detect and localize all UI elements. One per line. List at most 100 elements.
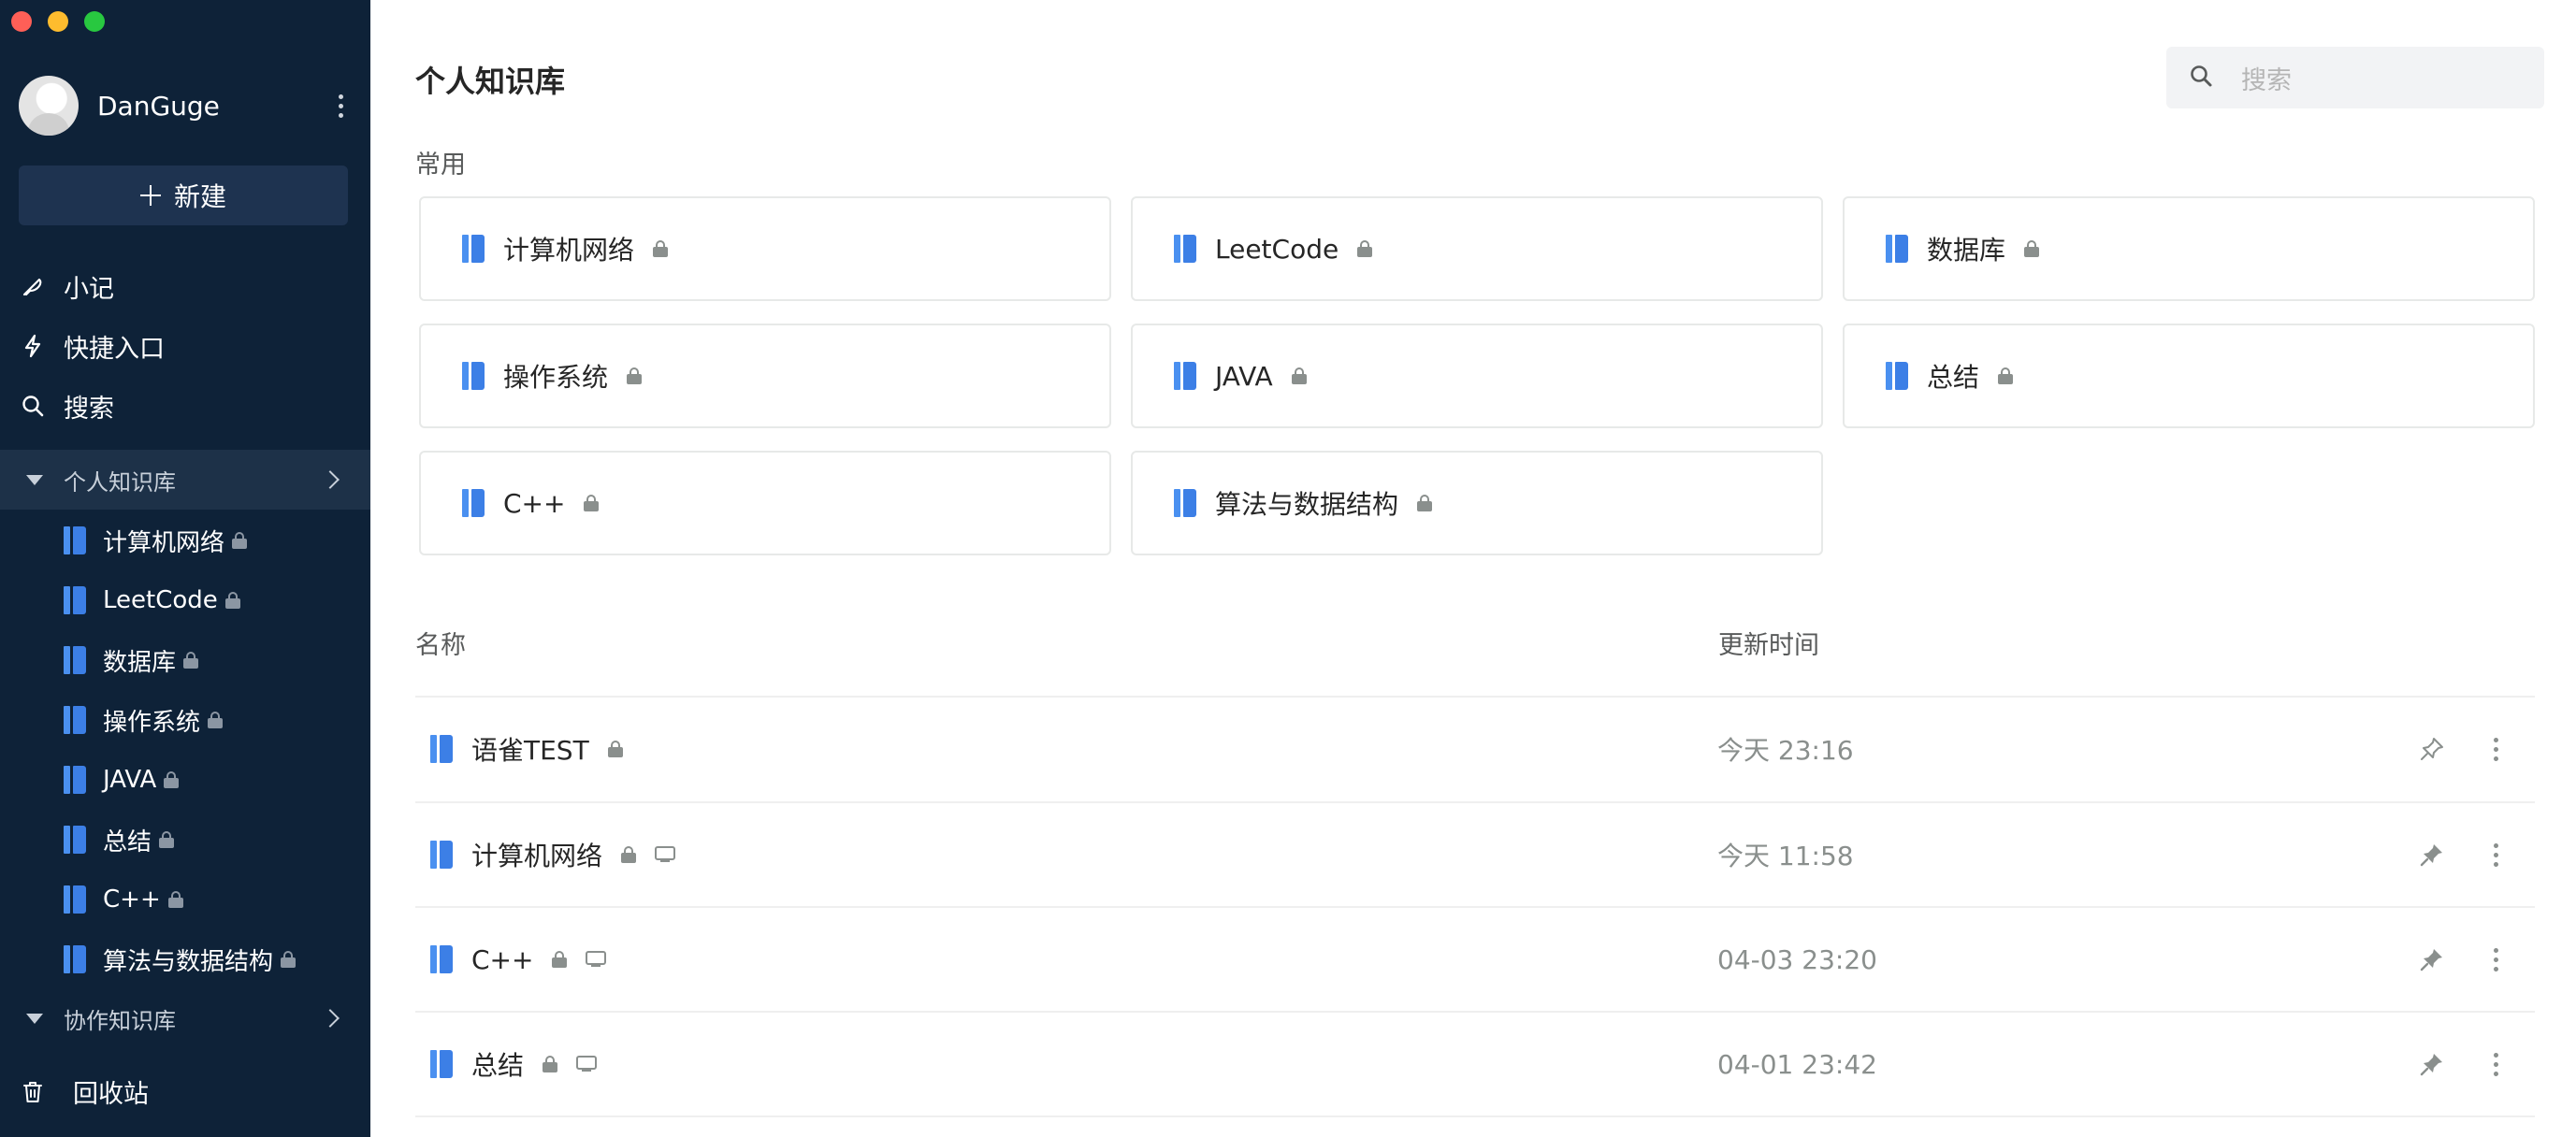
book-icon [462,489,485,517]
window-controls [11,11,105,32]
card-label: 总结 [1927,362,1980,393]
common-card[interactable]: 算法与数据结构 [1131,451,1823,555]
row-name: 计算机网络 [471,841,603,871]
row-name: 语雀TEST [471,735,589,766]
search-input[interactable]: 搜索 [2241,60,2292,96]
book-icon [64,586,86,614]
table-row[interactable]: 总结 04-01 23:42 [415,1012,2535,1116]
avatar[interactable] [19,76,79,136]
pin-outline-icon[interactable] [2417,734,2447,764]
common-card[interactable]: JAVA [1131,324,1823,428]
sidebar-item[interactable]: 算法与数据结构 [0,929,370,989]
sidebar-item[interactable]: 计算机网络 [0,511,370,570]
card-label: 数据库 [1927,235,2006,266]
book-icon [64,945,86,973]
table-row[interactable]: 语雀TEST 今天 23:16 [415,697,2535,801]
plus-icon [139,185,161,206]
lock-icon [607,741,623,757]
sidebar: DanGuge 新建 小记 快捷入口 搜索 个人知识库 计算机网络 LeetCo… [0,0,370,1137]
lightning-icon [21,334,45,358]
lock-icon [164,771,180,788]
column-header-name[interactable]: 名称 [415,625,466,661]
group-collab-knowledge[interactable]: 协作知识库 [0,988,370,1048]
sidebar-item-label: JAVA [103,766,157,794]
search-icon [21,394,45,418]
book-icon [430,945,453,973]
knowledge-list: 计算机网络 LeetCode 数据库 操作系统 JAVA 总结 C++ 算法与数… [0,511,370,989]
close-window-button[interactable] [11,11,32,32]
lock-icon [2024,240,2040,257]
row-updated-time: 今天 11:58 [1717,841,1854,871]
sidebar-item-label: 总结 [103,828,152,856]
row-name: C++ [471,943,534,975]
row-updated-time: 04-03 23:20 [1717,943,1877,975]
page-title: 个人知识库 [415,64,566,99]
more-options-icon[interactable] [2484,842,2507,867]
more-options-icon[interactable] [2484,947,2507,971]
pin-filled-icon[interactable] [2417,840,2447,870]
caret-down-icon[interactable] [26,474,43,485]
search-box[interactable]: 搜索 [2166,47,2544,108]
card-label: 操作系统 [503,362,609,393]
section-common-label: 常用 [415,151,466,180]
divider [415,1115,2535,1117]
nav-label: 小记 [64,274,114,304]
minimize-window-button[interactable] [48,11,68,32]
pin-filled-icon[interactable] [2417,944,2447,974]
user-profile[interactable]: DanGuge [19,75,352,137]
search-icon [2189,64,2213,92]
monitor-icon [576,1056,598,1072]
lock-icon [1998,367,2014,384]
more-options-icon[interactable] [329,94,352,118]
book-icon [1174,362,1196,390]
nav-item-shortcuts[interactable]: 快捷入口 [21,325,165,367]
lock-icon [621,846,637,863]
sidebar-item[interactable]: 操作系统 [0,690,370,750]
column-header-updated[interactable]: 更新时间 [1718,625,1819,661]
table-row[interactable]: C++ 04-03 23:20 [415,907,2535,1012]
sidebar-item-label: 操作系统 [103,708,201,737]
sidebar-item[interactable]: 总结 [0,810,370,870]
lock-icon [224,592,240,609]
common-card[interactable]: LeetCode [1131,196,1823,301]
row-updated-time: 04-01 23:42 [1717,1048,1877,1080]
nav-item-search[interactable]: 搜索 [21,385,114,426]
sidebar-item[interactable]: JAVA [0,750,370,810]
common-card[interactable]: 操作系统 [419,324,1111,428]
lock-icon [1357,240,1373,257]
book-icon [64,826,86,854]
common-card[interactable]: 总结 [1843,324,2535,428]
card-label: 计算机网络 [503,235,635,266]
nav-item-notes[interactable]: 小记 [21,266,114,307]
new-button-label: 新建 [173,181,226,212]
card-label: 算法与数据结构 [1215,489,1399,520]
more-options-icon[interactable] [2484,737,2507,761]
maximize-window-button[interactable] [84,11,105,32]
group-personal-knowledge[interactable]: 个人知识库 [0,450,370,510]
book-icon [64,706,86,734]
row-name: 总结 [471,1050,525,1081]
chevron-right-icon[interactable] [321,470,340,489]
trash-item[interactable]: 回收站 [21,1073,149,1110]
common-card[interactable]: C++ [419,451,1111,555]
main-content: 个人知识库 搜索 常用 计算机网络 LeetCode 数据库 操作系统 JAVA… [370,0,2576,1137]
lock-icon [232,532,248,549]
lock-icon [1417,495,1433,511]
book-icon [462,362,485,390]
sidebar-item[interactable]: 数据库 [0,630,370,690]
caret-down-icon[interactable] [26,1013,43,1024]
common-card[interactable]: 计算机网络 [419,196,1111,301]
pin-filled-icon[interactable] [2417,1049,2447,1079]
sidebar-item[interactable]: C++ [0,870,370,929]
table-row[interactable]: 计算机网络 今天 11:58 [415,802,2535,907]
new-button[interactable]: 新建 [19,166,348,225]
lock-icon [653,240,669,257]
common-card[interactable]: 数据库 [1843,196,2535,301]
group-label: 协作知识库 [64,1007,176,1034]
more-options-icon[interactable] [2484,1052,2507,1076]
lock-icon [208,712,224,728]
sidebar-item[interactable]: LeetCode [0,570,370,630]
chevron-right-icon[interactable] [321,1009,340,1028]
card-label: LeetCode [1215,233,1339,265]
trash-label: 回收站 [73,1080,149,1109]
